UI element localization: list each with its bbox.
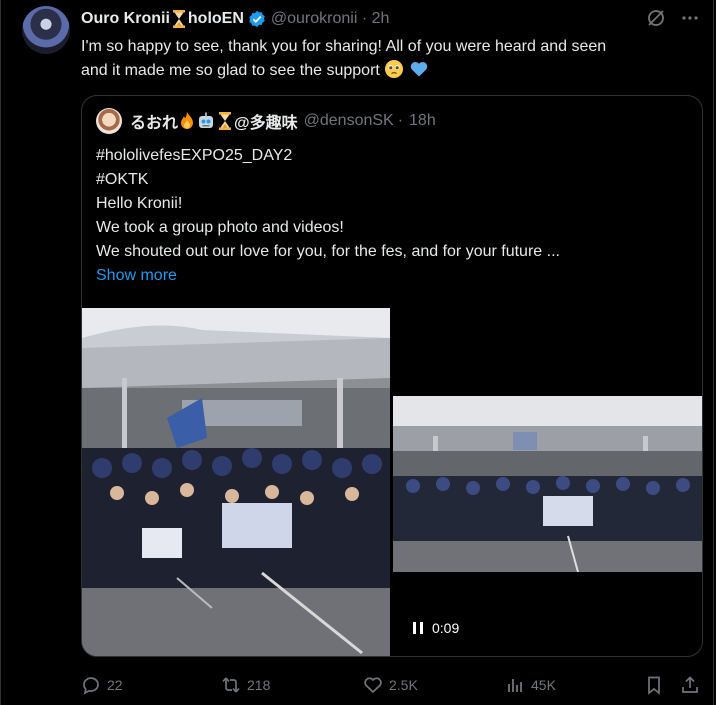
quoted-author-name-suffix: @多趣味 (234, 115, 298, 132)
author-name[interactable]: Ouro Kronii (81, 10, 170, 28)
dot-separator: · (357, 10, 372, 27)
tweet-line-with-emoji: and it made me so glad to see the suppor… (81, 59, 681, 83)
tweet-line: and it made me so glad to see the suppor… (81, 62, 380, 79)
views-chart-icon (508, 679, 522, 692)
group-photo-image[interactable] (82, 308, 390, 656)
video-timestamp: 0:09 (432, 620, 460, 636)
reply-icon (83, 677, 99, 695)
timeline-border-left (0, 0, 1, 705)
repost-count: 218 (247, 677, 271, 693)
reply-button[interactable]: 22 (81, 672, 123, 698)
pleading-face-emoji-icon (385, 60, 404, 78)
quoted-line[interactable]: #hololivefesEXPO25_DAY2 (96, 144, 686, 168)
show-more-link[interactable]: Show more (96, 264, 686, 288)
timeline-border-right (713, 0, 714, 705)
grok-icon[interactable] (646, 8, 666, 28)
more-options-icon[interactable] (680, 8, 700, 28)
quoted-tweet-text: #hololivefesEXPO25_DAY2 #OKTK Hello Kron… (96, 144, 686, 288)
bookmark-button[interactable] (644, 672, 664, 698)
quoted-tweet-time: 18h (409, 112, 436, 129)
verified-badge-icon (249, 10, 265, 28)
tweet-text: I'm so happy to see, thank you for shari… (81, 35, 681, 83)
group-video-thumbnail[interactable] (393, 396, 702, 572)
quoted-line: We shouted out our love for you, for the… (96, 243, 560, 260)
views-count: 45K (531, 677, 556, 693)
group-photo-illustration (82, 308, 390, 656)
quoted-line[interactable]: #OKTK (96, 168, 686, 192)
share-button[interactable] (680, 672, 700, 698)
like-count: 2.5K (389, 677, 418, 693)
fire-emoji-icon (181, 112, 194, 129)
quoted-line: We took a group photo and videos! (96, 219, 344, 236)
views-button[interactable]: 45K (505, 672, 556, 698)
tweet-time[interactable]: 2h (372, 10, 390, 28)
quoted-tweet-header: るおれ @多趣味 @densonSK · 18h (96, 108, 436, 134)
pause-icon[interactable] (412, 621, 424, 635)
quoted-author-avatar (96, 108, 122, 134)
header-actions (646, 8, 700, 28)
author-handle[interactable]: @ourokronii (271, 10, 358, 28)
quoted-tweet[interactable]: るおれ @多趣味 @densonSK · 18h #hololivefesEXP… (81, 95, 703, 657)
blue-heart-emoji-icon (410, 62, 427, 77)
hourglass-icon (219, 112, 232, 130)
tweet-line: I'm so happy to see, thank you for shari… (81, 38, 607, 55)
repost-icon (222, 677, 240, 693)
heart-icon (364, 677, 382, 694)
video-controls: 0:09 (412, 620, 459, 636)
quoted-author-name: るおれ (130, 115, 179, 132)
hourglass-icon (172, 10, 185, 28)
tweet-actions: 22 218 2.5K 45K (81, 672, 706, 698)
robot-emoji-icon (199, 112, 214, 128)
reply-count: 22 (107, 677, 123, 693)
bookmark-icon (648, 676, 660, 695)
tweet-header: Ouro Kronii holoEN @ourokronii · 2h (81, 8, 389, 30)
share-icon (682, 676, 698, 693)
quoted-line: Hello Kronii! (96, 195, 183, 212)
dot-separator: · (397, 112, 404, 129)
group-video-illustration (393, 396, 702, 572)
author-org[interactable]: holoEN (188, 10, 244, 28)
repost-button[interactable]: 218 (221, 672, 270, 698)
quoted-author-handle: @densonSK (303, 112, 394, 129)
author-avatar[interactable] (22, 6, 70, 54)
like-button[interactable]: 2.5K (363, 672, 418, 698)
